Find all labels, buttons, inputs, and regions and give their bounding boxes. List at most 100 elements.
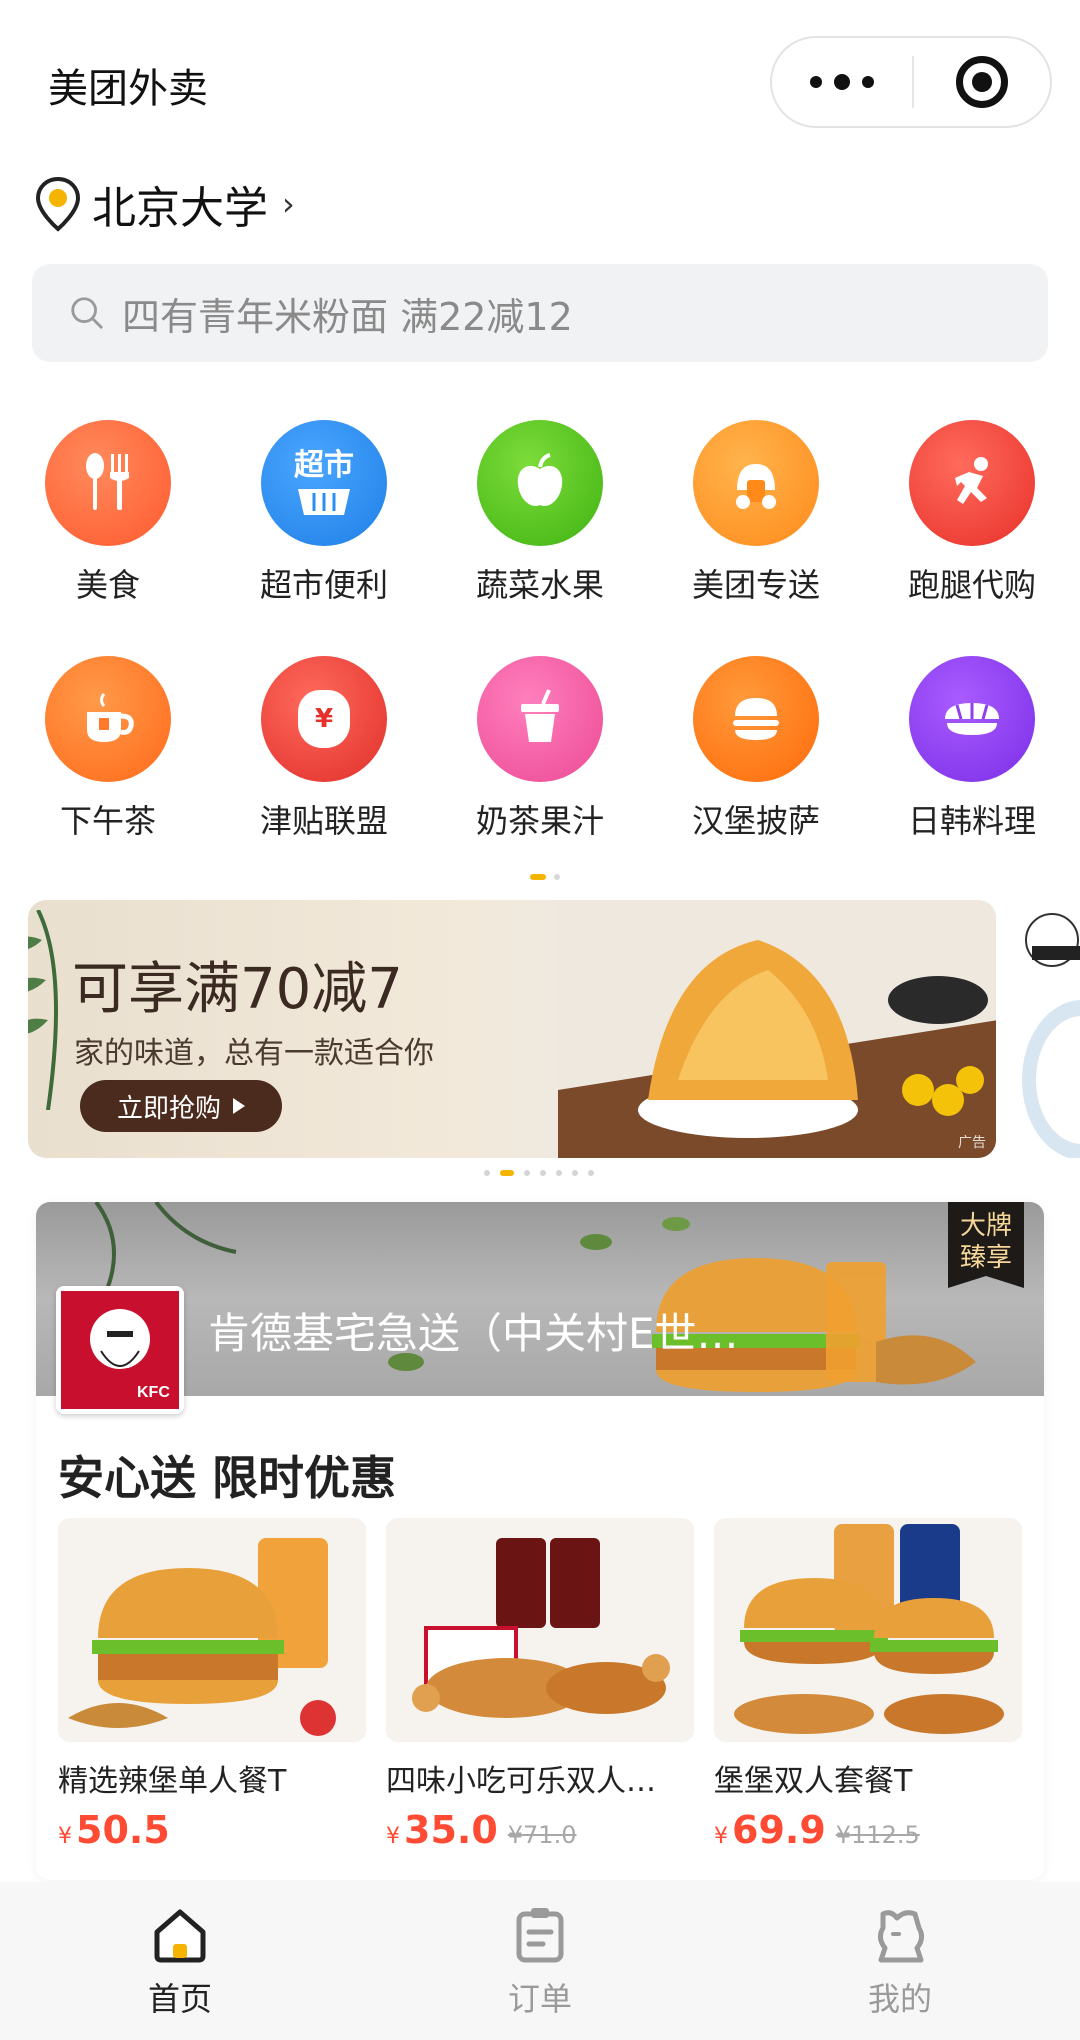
bottom-tab-bar: 首页 订单 我的 (0, 1882, 1080, 2040)
rice-bowl-image (1022, 913, 1080, 1158)
banner-button-label: 立即抢购 (116, 1093, 221, 1124)
supermarket-basket-icon: 超市 (261, 420, 387, 546)
store-hero-art (94, 1202, 976, 1392)
order-clipboard-icon (516, 1908, 564, 1963)
tab-label: 首页 (147, 1980, 212, 2018)
category-supermarket[interactable]: 超市 超市便利 (216, 420, 432, 656)
drink-cup-icon (477, 656, 603, 782)
product-image (58, 1518, 366, 1742)
category-label: 汉堡披萨 (691, 802, 820, 840)
supermarket-icon-text: 超市 (294, 448, 354, 483)
product-list: 精选辣堡单人餐T ¥ 50.5 四味小吃可乐双人… ¥ 35.0 ¥71.0 堡… (58, 1518, 1022, 1852)
category-milk-tea[interactable]: 奶茶果汁 (432, 656, 648, 892)
store-name: 肯德基宅急送（中关村E世… (208, 1309, 739, 1358)
category-grid: 美食 超市 超市便利 蔬菜水果 美团专送 跑腿代购 下午茶 ¥ 津贴联盟 奶茶果… (0, 420, 1080, 892)
more-dot (862, 76, 874, 88)
product-item[interactable]: 精选辣堡单人餐T ¥ 50.5 (58, 1518, 366, 1852)
food-plate-image (558, 900, 996, 1158)
page-dot (572, 1170, 578, 1176)
category-page-indicator (530, 874, 560, 880)
more-dot (834, 74, 850, 90)
product-price: 69.9 (732, 1808, 826, 1852)
search-placeholder: 四有青年米粉面 满22减12 (122, 294, 573, 339)
app-title: 美团外卖 (48, 66, 208, 112)
currency-symbol: ¥ (714, 1824, 728, 1849)
next-banner-peek[interactable] (1012, 900, 1080, 1158)
tab-profile[interactable]: 我的 (720, 1882, 1080, 2040)
location-name: 北京大学 (92, 183, 268, 234)
money-bag-shape: ¥ (298, 690, 350, 748)
store-card[interactable]: 大牌臻享 KFC 肯德基宅急送（中关村E世… 安心送 限时优惠 精选辣堡单人餐T… (36, 1202, 1044, 1880)
category-label: 蔬菜水果 (475, 566, 604, 604)
search-icon (71, 297, 103, 329)
banner-title: 可享满70减7 (72, 957, 403, 1022)
category-food[interactable]: 美食 (0, 420, 216, 656)
product-price: 35.0 (404, 1808, 498, 1852)
fork-spoon-icon (45, 420, 171, 546)
category-japanese-korean[interactable]: 日韩料理 (864, 656, 1080, 892)
scooter-icon (693, 420, 819, 546)
location-pin-icon (35, 176, 81, 232)
page-dot (540, 1170, 546, 1176)
category-label: 美团专送 (691, 566, 820, 604)
page-dot (556, 1170, 562, 1176)
svg-text:KFC: KFC (137, 1384, 170, 1401)
product-name: 堡堡双人套餐T (714, 1764, 913, 1799)
home-icon (154, 1909, 206, 1963)
category-label: 日韩料理 (907, 802, 1036, 840)
page-dot-active (500, 1170, 514, 1176)
category-subsidy[interactable]: ¥ 津贴联盟 (216, 656, 432, 892)
kfc-logo: KFC (56, 1286, 184, 1414)
tab-label: 我的 (867, 1980, 932, 2018)
top-bar: 美团外卖 (0, 0, 1080, 160)
page-dot (524, 1170, 530, 1176)
banner-page-indicator (484, 1170, 594, 1176)
category-afternoon-tea[interactable]: 下午茶 (0, 656, 216, 892)
category-errand[interactable]: 跑腿代购 (864, 420, 1080, 656)
more-dots-icon (810, 76, 822, 88)
price-row: ¥ 50.5 (58, 1808, 366, 1852)
tea-cup-icon (45, 656, 171, 782)
product-item[interactable]: 四味小吃可乐双人… ¥ 35.0 ¥71.0 (386, 1518, 694, 1852)
money-bag-icon: ¥ (261, 656, 387, 782)
close-target-icon (956, 56, 1008, 108)
location-selector[interactable]: 北京大学 › (34, 174, 295, 234)
product-item[interactable]: 堡堡双人套餐T ¥ 69.9 ¥112.5 (714, 1518, 1022, 1852)
close-button[interactable] (914, 56, 1050, 108)
category-label: 下午茶 (59, 802, 156, 840)
product-image (386, 1518, 694, 1742)
tab-orders[interactable]: 订单 (360, 1882, 720, 2040)
category-fruit[interactable]: 蔬菜水果 (432, 420, 648, 656)
product-name: 精选辣堡单人餐T (58, 1764, 287, 1799)
store-section-title: 安心送 限时优惠 (58, 1451, 397, 1505)
sushi-icon (909, 656, 1035, 782)
mini-program-capsule (770, 36, 1052, 128)
price-row: ¥ 69.9 ¥112.5 (714, 1808, 1022, 1852)
category-label: 跑腿代购 (907, 566, 1036, 604)
burger-icon (693, 656, 819, 782)
banner-subtitle: 家的味道，总有一款适合你 (74, 1036, 434, 1071)
category-burger-pizza[interactable]: 汉堡披萨 (648, 656, 864, 892)
tab-label: 订单 (507, 1980, 572, 2018)
promo-banner[interactable]: 可享满70减7 家的味道，总有一款适合你 立即抢购 广告 (28, 900, 996, 1158)
product-image (714, 1518, 1022, 1742)
category-label: 超市便利 (259, 566, 388, 604)
original-price: ¥71.0 (507, 1821, 577, 1849)
apple-icon (477, 420, 603, 546)
store-hero-image: 大牌臻享 (36, 1202, 1044, 1396)
category-label: 奶茶果汁 (475, 802, 604, 840)
tab-home[interactable]: 首页 (0, 1882, 360, 2040)
page-dot-active (530, 874, 546, 880)
kfc-logo-icon: KFC (61, 1291, 179, 1409)
more-button[interactable] (772, 38, 912, 126)
banner-buy-button[interactable]: 立即抢购 (80, 1080, 282, 1132)
original-price: ¥112.5 (835, 1821, 920, 1849)
brand-tag: 大牌臻享 (948, 1202, 1024, 1288)
price-row: ¥ 35.0 ¥71.0 (386, 1808, 694, 1852)
search-bar[interactable]: 四有青年米粉面 满22减12 (32, 264, 1048, 362)
chevron-right-icon: › (282, 185, 295, 223)
category-meituan-delivery[interactable]: 美团专送 (648, 420, 864, 656)
currency-symbol: ¥ (386, 1824, 400, 1849)
leaf-decoration (28, 910, 58, 1110)
currency-symbol: ¥ (58, 1824, 72, 1849)
